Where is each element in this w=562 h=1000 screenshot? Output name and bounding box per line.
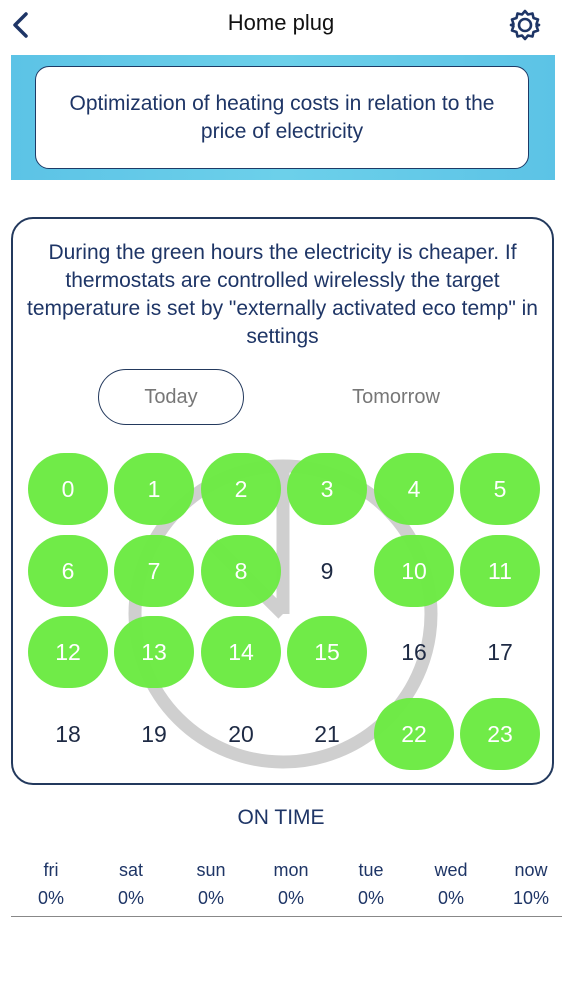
on-time-percent: 0%: [197, 888, 224, 908]
on-time-now: now 10%: [501, 856, 561, 912]
on-time-day-label: mon: [273, 860, 309, 880]
on-time-sun: sun 0%: [181, 856, 241, 912]
on-time-mon: mon 0%: [261, 856, 321, 912]
hour-grid: 0 1 2 3 4 5 6 7 8 9 10 11 12 13 14 15 16 17 18 19 20 21 22 23: [13, 219, 552, 783]
hour-cell-21[interactable]: 21: [287, 698, 367, 770]
top-bar: Home plug: [0, 0, 562, 50]
hour-cell-10[interactable]: 10: [374, 535, 454, 607]
settings-button[interactable]: [508, 8, 542, 42]
hour-cell-12[interactable]: 12: [28, 616, 108, 688]
on-time-day-label: tue: [358, 860, 384, 880]
hour-cell-6[interactable]: 6: [28, 535, 108, 607]
on-time-wed: wed 0%: [421, 856, 481, 912]
on-time-stats: fri 0% sat 0% sun 0% mon 0% tue 0% wed 0% now 10%: [11, 856, 562, 917]
on-time-title: ON TIME: [237, 806, 325, 829]
hour-cell-15[interactable]: 15: [287, 616, 367, 688]
hour-cell-14[interactable]: 14: [201, 616, 281, 688]
hour-cell-2[interactable]: 2: [201, 453, 281, 525]
info-banner: Optimization of heating costs in relatio…: [11, 55, 555, 180]
on-time-percent: 0%: [437, 888, 464, 908]
hour-cell-20[interactable]: 20: [201, 698, 281, 770]
hour-cell-4[interactable]: 4: [374, 453, 454, 525]
hour-cell-9[interactable]: 9: [287, 535, 367, 607]
hour-cell-16[interactable]: 16: [374, 616, 454, 688]
on-time-day-label: sat: [118, 860, 143, 880]
on-time-percent: 0%: [277, 888, 304, 908]
banner-text: Optimization of heating costs in relatio…: [35, 66, 529, 169]
hour-cell-0[interactable]: 0: [28, 453, 108, 525]
hour-cell-13[interactable]: 13: [114, 616, 194, 688]
on-time-tue: tue 0%: [341, 856, 401, 912]
on-time-percent: 0%: [37, 888, 64, 908]
hour-cell-17[interactable]: 17: [460, 616, 540, 688]
on-time-percent: 0%: [117, 888, 144, 908]
on-time-day-label: fri: [43, 860, 59, 880]
on-time-fri: fri 0%: [21, 856, 81, 912]
page-title: Home plug: [227, 10, 335, 35]
hour-cell-1[interactable]: 1: [114, 453, 194, 525]
on-time-day-label: wed: [434, 860, 468, 880]
hour-cell-22[interactable]: 22: [374, 698, 454, 770]
hour-cell-18[interactable]: 18: [28, 698, 108, 770]
gear-icon: [509, 9, 541, 41]
hour-cell-11[interactable]: 11: [460, 535, 540, 607]
hour-cell-19[interactable]: 19: [114, 698, 194, 770]
on-time-percent: 10%: [512, 888, 550, 908]
hour-cell-8[interactable]: 8: [201, 535, 281, 607]
on-time-sat: sat 0%: [101, 856, 161, 912]
hour-cell-3[interactable]: 3: [287, 453, 367, 525]
on-time-day-label: sun: [196, 860, 226, 880]
schedule-panel: During the green hours the electricity i…: [11, 217, 554, 785]
on-time-percent: 0%: [357, 888, 384, 908]
hour-cell-23[interactable]: 23: [460, 698, 540, 770]
on-time-day-label: now: [514, 860, 548, 880]
hour-cell-7[interactable]: 7: [114, 535, 194, 607]
hour-cell-5[interactable]: 5: [460, 453, 540, 525]
